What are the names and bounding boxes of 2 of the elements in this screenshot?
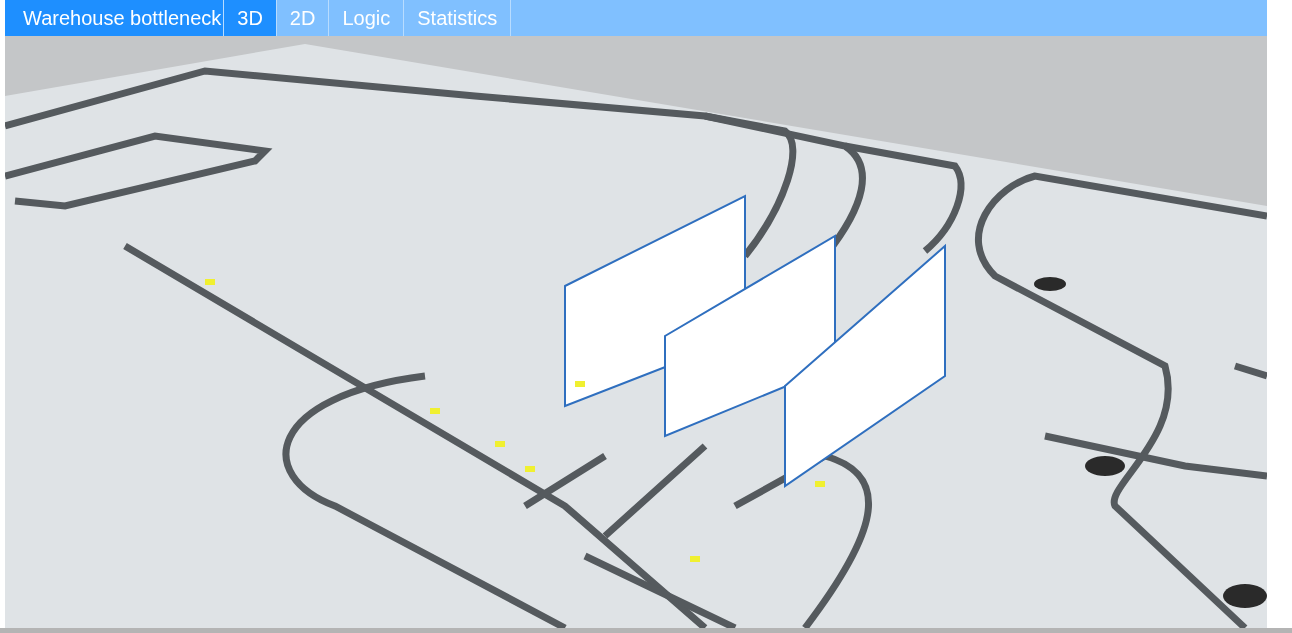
app-title: Warehouse bottleneck	[5, 0, 224, 36]
view-tab[interactable]: 3D	[223, 0, 276, 36]
